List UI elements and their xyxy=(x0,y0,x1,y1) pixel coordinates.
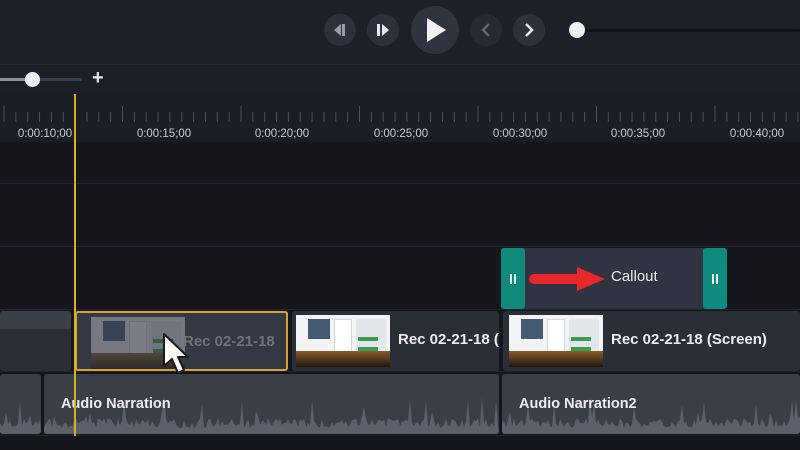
timecode-label: 0:00:40;00 xyxy=(729,128,785,140)
red-arrow-icon xyxy=(529,267,605,291)
grip-icon xyxy=(510,273,516,284)
zoom-in-button[interactable]: + xyxy=(92,68,104,88)
zoom-slider-knob[interactable] xyxy=(25,72,40,87)
clip-header xyxy=(0,311,71,329)
grip-icon xyxy=(712,273,718,284)
playback-scrubber-track[interactable] xyxy=(577,29,800,32)
clip-label: Rec 02-21-18 (Screen) xyxy=(611,331,767,348)
callout-label: Callout xyxy=(611,268,658,285)
clip-trim-handle-right[interactable] xyxy=(703,248,727,309)
clip-trim-handle-left[interactable] xyxy=(501,248,525,309)
playhead[interactable] xyxy=(74,94,76,436)
step-forward-button[interactable] xyxy=(367,14,399,46)
empty-track[interactable] xyxy=(0,184,800,247)
clip-label: Rec 02-21-18 xyxy=(183,333,275,350)
timecode-label: 0:00:15;00 xyxy=(136,128,192,140)
video-clip[interactable]: Rec 02-21-18 ( xyxy=(292,311,499,371)
timecode-label: 0:00:10;00 xyxy=(17,128,73,140)
timecode-label: 0:00:30;00 xyxy=(492,128,548,140)
audio-clip-label: Audio Narration2 xyxy=(519,396,637,412)
audio-clip-label: Audio Narration xyxy=(61,396,171,412)
video-clip[interactable] xyxy=(0,311,71,371)
video-clip[interactable]: Rec 02-21-18 (Screen) xyxy=(503,311,800,371)
audio-clip[interactable] xyxy=(0,374,41,434)
chevron-right-icon xyxy=(525,23,534,37)
ruler-ticks xyxy=(3,106,799,122)
timecode-label: 0:00:20;00 xyxy=(254,128,310,140)
empty-track[interactable] xyxy=(0,142,800,184)
step-forward-icon xyxy=(377,24,389,36)
mouse-cursor-icon xyxy=(163,333,189,374)
play-icon xyxy=(427,18,446,42)
timecode-label: 0:00:25;00 xyxy=(373,128,429,140)
zoom-bar: + xyxy=(0,64,800,94)
transport-bar xyxy=(0,0,800,64)
clip-thumbnail xyxy=(296,315,390,367)
next-marker-button[interactable] xyxy=(513,14,545,46)
audio-clip[interactable]: Audio Narration xyxy=(44,374,499,434)
audio-clip[interactable]: Audio Narration2 xyxy=(502,374,800,434)
timecode-label: 0:00:35;00 xyxy=(610,128,666,140)
callout-clip[interactable]: Callout xyxy=(501,248,727,309)
play-button[interactable] xyxy=(411,6,459,54)
playback-scrubber-knob[interactable] xyxy=(569,22,585,38)
previous-marker-button[interactable] xyxy=(470,14,502,46)
clip-thumbnail xyxy=(509,315,603,367)
chevron-left-icon xyxy=(481,23,490,37)
timeline-ruler[interactable]: 0:00:10;00 0:00:15;00 0:00:20;00 0:00:25… xyxy=(0,94,800,142)
skip-back-button[interactable] xyxy=(324,14,356,46)
audio-waveform xyxy=(0,402,41,434)
clip-label: Rec 02-21-18 ( xyxy=(398,331,499,348)
skip-back-icon xyxy=(334,24,345,36)
